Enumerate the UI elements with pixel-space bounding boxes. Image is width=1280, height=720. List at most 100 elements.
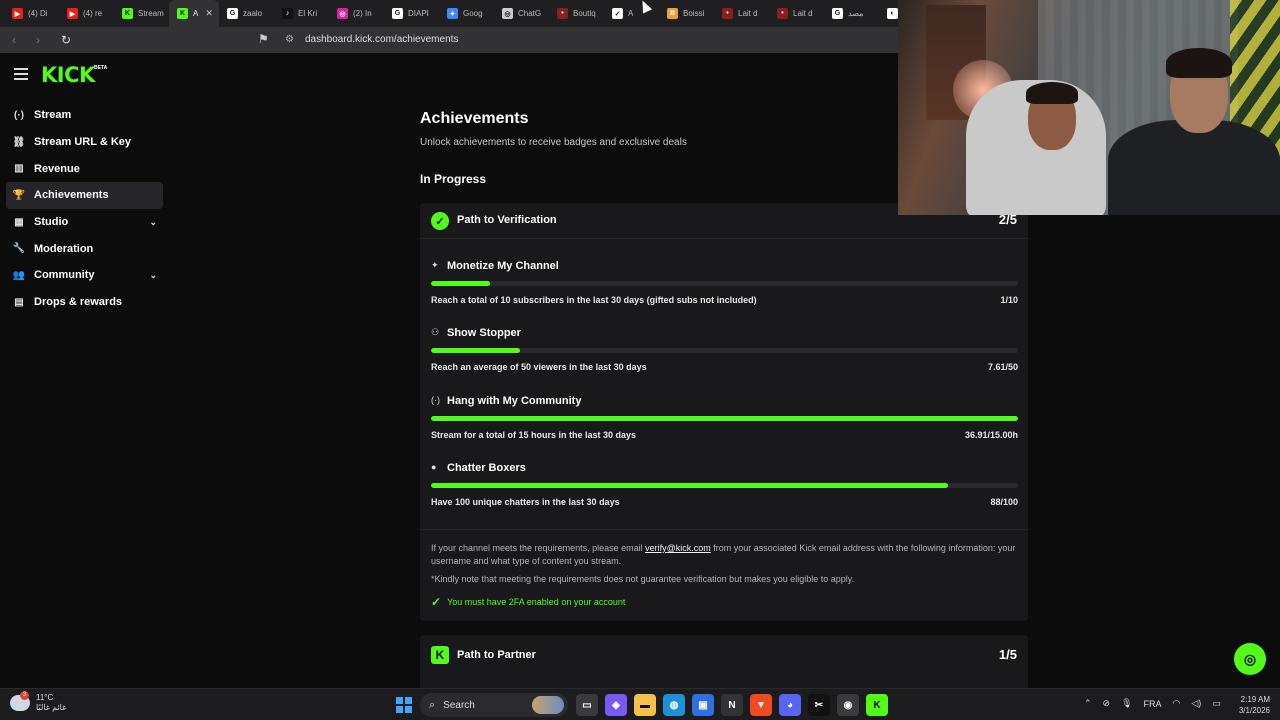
- browser-tab[interactable]: ✓ A: [604, 0, 659, 27]
- browser-tab[interactable]: Gzaalo: [219, 0, 274, 27]
- chrome-icon[interactable]: ◉: [837, 694, 859, 716]
- close-tab-icon[interactable]: ✕: [205, 8, 213, 19]
- microphone-icon[interactable]: 🎙: [1121, 698, 1132, 709]
- clock[interactable]: 2:19 AM 3/1/2026: [1226, 694, 1270, 716]
- browser-tab[interactable]: • Lait d: [714, 0, 769, 27]
- achievement-description: Reach a total of 10 subscribers in the l…: [431, 295, 757, 305]
- link-icon: ⛓: [12, 136, 26, 148]
- sidebar-nav: (·) Stream ⛓ Stream URL & Key ▥ Revenue 🏆 Achie…: [6, 102, 163, 316]
- browser-tab[interactable]: • Boutiq: [549, 0, 604, 27]
- kick-k-icon: K: [431, 646, 449, 664]
- file-explorer-icon[interactable]: ▭: [576, 694, 598, 716]
- progress-bar: [431, 281, 1018, 286]
- folder-icon[interactable]: ▬: [634, 694, 656, 716]
- language-indicator[interactable]: FRA: [1144, 699, 1162, 709]
- menu-icon[interactable]: [14, 68, 28, 80]
- tab-label: (2) In: [353, 9, 372, 18]
- achievement-card-partner[interactable]: K Path to Partner 1/5: [420, 635, 1028, 688]
- tab-favicon-icon: ▶: [12, 8, 23, 19]
- discord-icon[interactable]: ◕: [779, 694, 801, 716]
- browser-tab[interactable]: ✦ Goog: [439, 0, 494, 27]
- sidebar-item-studio[interactable]: ▦ Studio ⌄: [6, 209, 163, 236]
- sidebar-item-label: Community: [34, 269, 95, 282]
- network-off-icon[interactable]: ⊘: [1103, 698, 1111, 709]
- card-title: Path to Partner: [457, 649, 536, 661]
- sidebar-item-stream[interactable]: (·) Stream: [6, 102, 163, 129]
- achievement-item: ● Chatter Boxers Have 100 unique chatters …: [431, 462, 1018, 522]
- clock-time: 2:19 AM: [1240, 695, 1270, 704]
- sidebar-item-community[interactable]: 👥 Community ⌄: [6, 262, 163, 289]
- progress-bar: [431, 348, 1018, 354]
- beta-badge: BETA: [94, 65, 108, 71]
- page-subtitle: Unlock achievements to receive badges an…: [420, 137, 687, 148]
- search-icon: ⌕: [429, 698, 436, 711]
- browser-tab[interactable]: • Lait d: [769, 0, 824, 27]
- edge-icon[interactable]: ◍: [663, 694, 685, 716]
- achievement-name: Hang with My Community: [447, 394, 582, 407]
- chevron-up-icon[interactable]: ⌃: [1084, 698, 1092, 709]
- sidebar-item-revenue[interactable]: ▥ Revenue: [6, 155, 163, 182]
- achievement-value: 88/100: [990, 496, 1018, 507]
- sidebar-item-label: Stream URL & Key: [34, 136, 131, 149]
- chevron-down-icon[interactable]: ⌄: [149, 217, 157, 228]
- browser-tab[interactable]: ♪ El Kri: [274, 0, 329, 27]
- sidebar-item-drops-rewards[interactable]: ▤ Drops & rewards: [6, 289, 163, 316]
- sidebar-item-moderation[interactable]: 🔧 Moderation: [6, 235, 163, 262]
- tab-favicon-icon: G: [832, 8, 843, 19]
- tab-label: مصد: [848, 9, 864, 18]
- battery-icon[interactable]: ▭: [1212, 698, 1221, 709]
- notion-icon[interactable]: N: [721, 694, 743, 716]
- tab-favicon-icon: B: [667, 8, 678, 19]
- weather-widget[interactable]: 3 11°C غائم غالبًا: [10, 691, 67, 713]
- verification-note: If your channel meets the requirements, …: [431, 542, 1021, 568]
- weather-desc: غائم غالبًا: [36, 703, 67, 712]
- taskbar-search[interactable]: ⌕ Search: [420, 693, 568, 717]
- reload-icon[interactable]: ↻: [56, 30, 76, 50]
- achievement-item: ✦ Monetize My Channel Reach a total of 10 …: [431, 260, 1018, 320]
- site-info-icon[interactable]: ⚙: [285, 34, 294, 45]
- achievement-value: 7.61/50: [987, 362, 1018, 373]
- tab-favicon-icon: •: [777, 8, 788, 19]
- tab-favicon-icon: ◎: [337, 8, 348, 19]
- forward-icon[interactable]: ›: [28, 30, 48, 50]
- bookmark-icon[interactable]: ⚑: [258, 32, 272, 48]
- browser-tab[interactable]: G DIAPI: [384, 0, 439, 27]
- tab-label: Boutiq: [573, 9, 596, 18]
- wifi-icon[interactable]: ◠: [1173, 698, 1181, 709]
- kick-logo[interactable]: KICK: [41, 63, 95, 87]
- sidebar-item-stream-url-key[interactable]: ⛓ Stream URL & Key: [6, 129, 163, 156]
- tab-label: Lait d: [793, 9, 813, 18]
- browser-tab[interactable]: K Stream: [114, 0, 169, 27]
- kick-app-icon[interactable]: K: [866, 694, 888, 716]
- sidebar-item-label: Studio: [34, 216, 69, 229]
- chevron-down-icon[interactable]: ⌄: [149, 270, 157, 281]
- store-icon[interactable]: ▣: [692, 694, 714, 716]
- sidebar-item-achievements[interactable]: 🏆 Achievements: [6, 182, 163, 209]
- help-button[interactable]: ◎: [1234, 643, 1266, 675]
- back-icon[interactable]: ‹: [4, 30, 24, 50]
- volume-icon[interactable]: ◁): [1191, 698, 1201, 709]
- copilot-icon[interactable]: ◆: [605, 694, 627, 716]
- browser-toolbar: ‹ › ↻ ⚑ ⚙ dashboard.kick.com/achievement…: [0, 27, 898, 53]
- browser-tab[interactable]: ◎ ChatG: [494, 0, 549, 27]
- browser-tab[interactable]: G مصد: [824, 0, 879, 27]
- note-text: If your channel meets the requirements, …: [431, 543, 646, 553]
- browser-tab[interactable]: K A ✕: [169, 0, 219, 27]
- broadcast-icon: (·): [14, 109, 24, 121]
- progress-bar: [431, 482, 1018, 488]
- tab-label: DIAPI: [408, 9, 429, 18]
- brave-icon[interactable]: ▼: [750, 694, 772, 716]
- windows-start-icon[interactable]: [396, 697, 412, 713]
- verify-email-link[interactable]: verify@kick.com: [645, 543, 711, 553]
- achievement-name: Monetize My Channel: [447, 260, 559, 272]
- browser-tab[interactable]: B Boissi: [659, 0, 714, 27]
- search-label: Search: [443, 699, 475, 711]
- capcut-icon[interactable]: ✂: [808, 694, 830, 716]
- browser-tab[interactable]: ▶ (4) Di: [4, 0, 59, 27]
- broadcast-icon: (·): [431, 394, 440, 405]
- browser-tab[interactable]: ◎ (2) In: [329, 0, 384, 27]
- viewers-icon: ⚇: [431, 327, 440, 338]
- browser-tab[interactable]: ▶ (4) re: [59, 0, 114, 27]
- card-progress-count: 1/5: [998, 647, 1017, 662]
- address-bar[interactable]: dashboard.kick.com/achievements: [305, 34, 458, 45]
